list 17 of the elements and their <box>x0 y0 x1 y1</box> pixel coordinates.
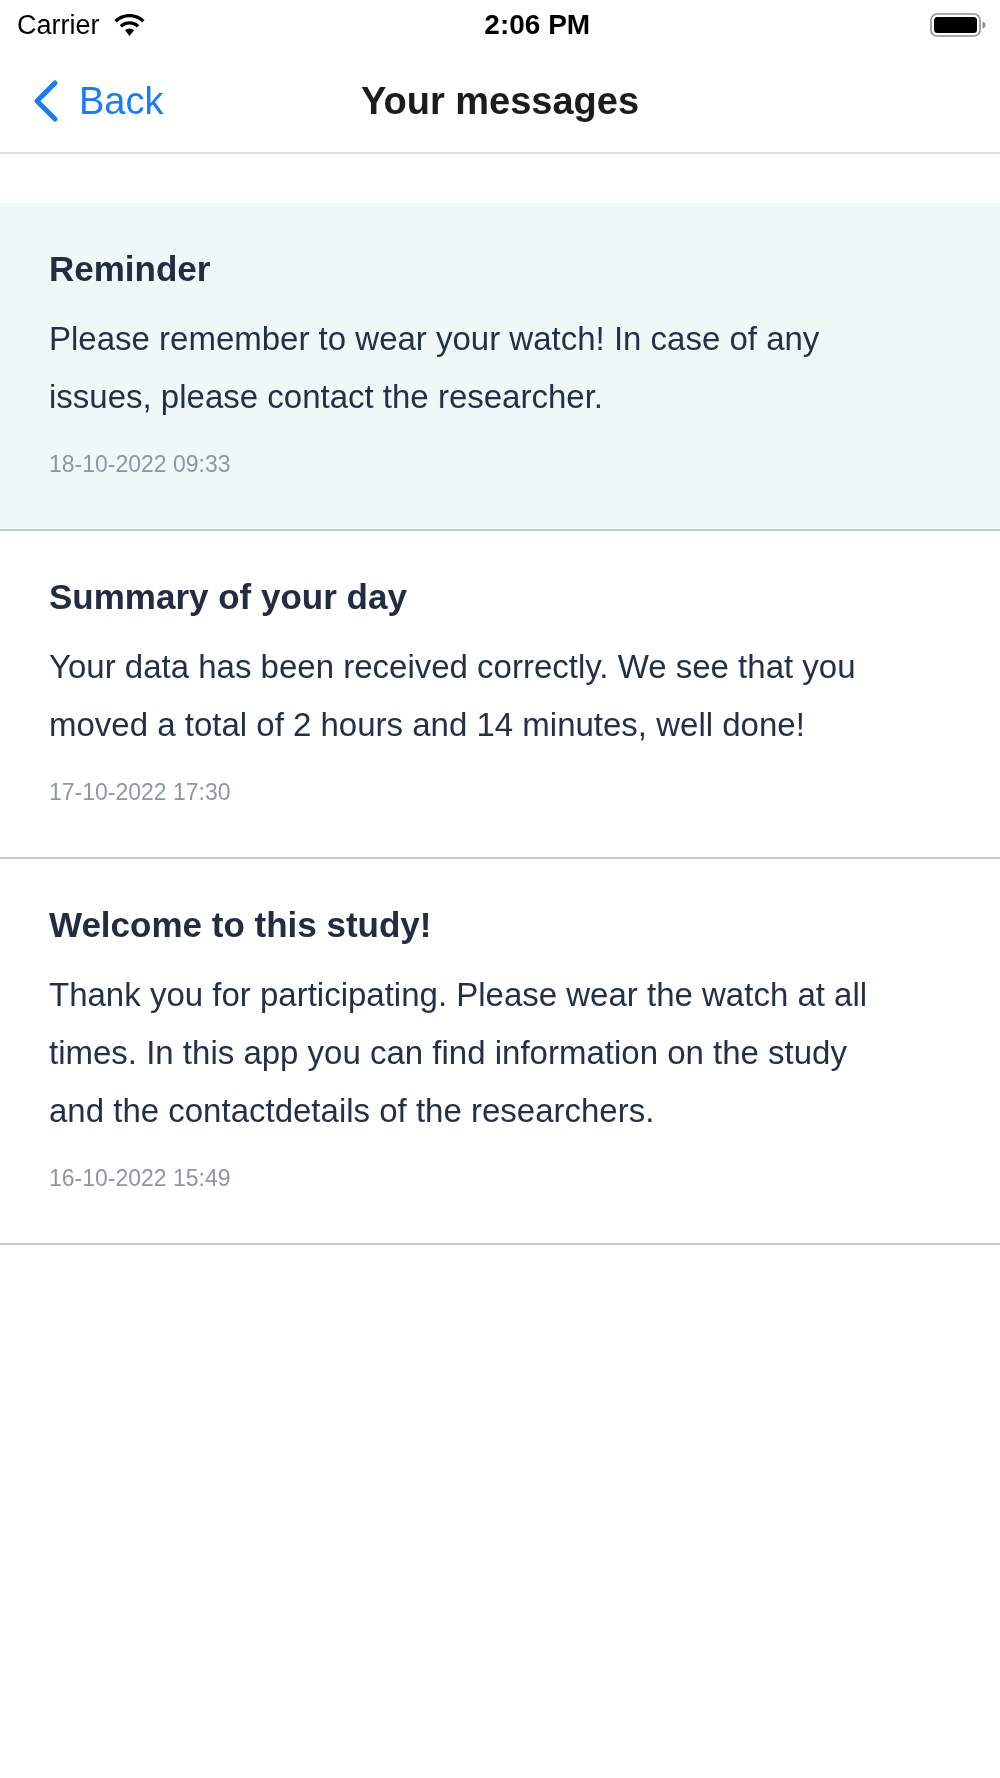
chevron-left-icon <box>32 79 59 123</box>
message-date: 17-10-2022 17:30 <box>49 778 232 806</box>
message-date: 16-10-2022 15:49 <box>49 1164 232 1192</box>
message-body: Your data has been received correctly. We see that you moved a total of 2 hours and 14 minutes, well done! <box>49 647 857 745</box>
message-body: Thank you for participating. Please wear the watch at all times. In this app you can find information on the study and the contactdetails of the researchers. <box>49 975 869 1131</box>
message-body: Please remember to wear your watch! In case of any issues, please contact the researcher. <box>49 319 821 417</box>
page-title: Your messages <box>360 78 640 124</box>
carrier-label: Carrier <box>17 8 100 42</box>
wifi-icon <box>113 14 145 36</box>
status-time: 2:06 PM <box>484 8 591 42</box>
message-title: Summary of your day <box>49 576 408 618</box>
battery-icon <box>930 13 986 37</box>
back-button[interactable]: Back <box>32 72 164 130</box>
message-date: 18-10-2022 09:33 <box>49 450 232 478</box>
message-title: Welcome to this study! <box>49 904 433 946</box>
message-title: Reminder <box>49 248 212 290</box>
message-card[interactable]: Reminder Please remember to wear your watch! In case of any issues, please contact the researcher. 18-10-2022 09:33 <box>0 203 1000 531</box>
